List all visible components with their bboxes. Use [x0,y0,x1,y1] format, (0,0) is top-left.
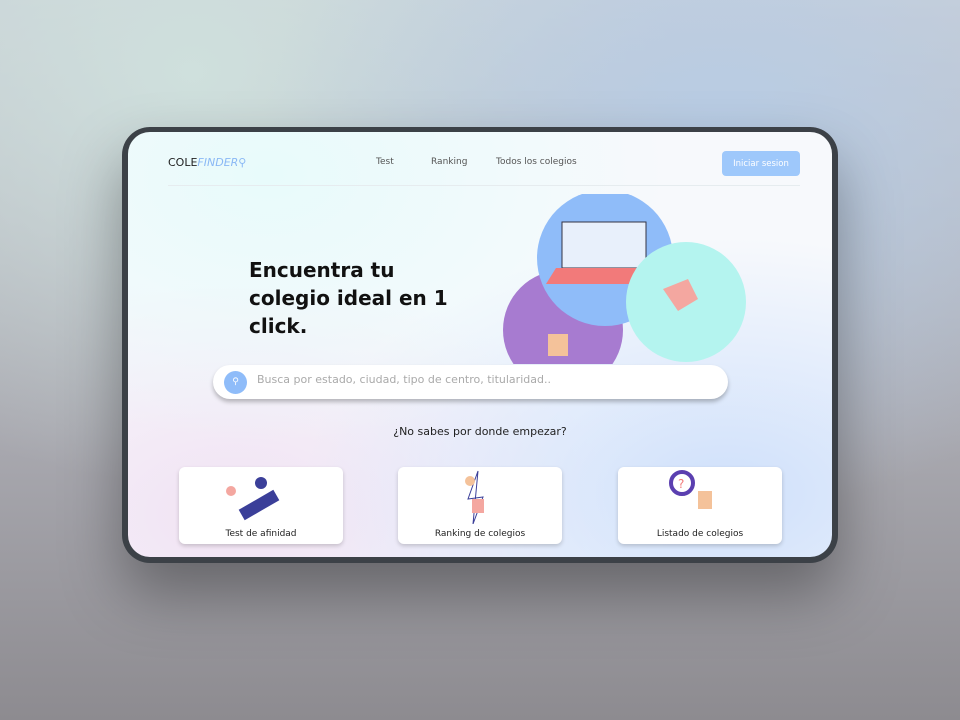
card-test-afinidad[interactable]: Test de afinidad [179,467,343,544]
climber-illustration [465,470,484,524]
navbar: COLEFINDER⚲ Test Ranking Todos los coleg… [168,132,800,186]
screen: COLEFINDER⚲ Test Ranking Todos los coleg… [128,132,832,557]
card-ranking-colegios[interactable]: Ranking de colegios [398,467,562,544]
search-icon[interactable]: ⚲ [224,371,247,394]
hero-illustration [503,194,746,364]
nav-todos-colegios[interactable]: Todos los colegios [496,157,577,167]
magnifier-illustration: ? [669,470,712,509]
prompt-text: ¿No sabes por donde empezar? [393,425,567,438]
search-bar[interactable]: ⚲ [213,365,728,399]
search-input[interactable] [257,373,707,386]
hero-title: Encuentra tu colegio ideal en 1 click. [249,258,448,338]
search-icon: ⚲ [238,156,247,169]
nav-ranking[interactable]: Ranking [431,157,467,167]
svg-text:?: ? [678,477,684,491]
nav-test[interactable]: Test [376,157,394,167]
logo[interactable]: COLEFINDER⚲ [168,156,246,169]
rocket-illustration [226,477,280,521]
card-listado-colegios[interactable]: ? Listado de colegios [618,467,782,544]
login-button[interactable]: Iniciar sesion [722,151,800,176]
